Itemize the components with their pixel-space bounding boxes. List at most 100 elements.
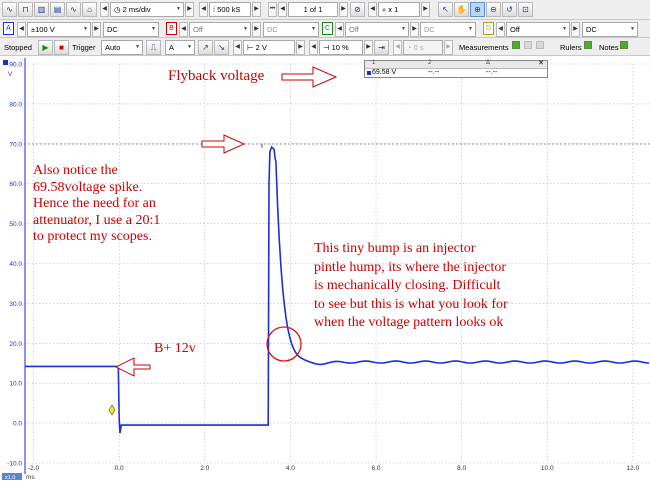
buffer-previous-button[interactable]: ◀ — [278, 2, 287, 17]
channel-b-range-select[interactable]: Off ▼ — [189, 22, 251, 37]
edit-measurement-icon[interactable] — [536, 41, 544, 49]
notes-toggle-icon[interactable] — [620, 41, 628, 49]
channel-a-range-select[interactable]: ±100 V ▼ — [27, 22, 91, 37]
buffer-next-button[interactable]: ▶ — [339, 2, 348, 17]
stop-button[interactable]: ■ — [54, 40, 69, 55]
zoom-increase-button[interactable]: ▶ — [421, 2, 430, 17]
channel-b-coupling-select[interactable]: DC ▼ — [263, 22, 319, 37]
measurement-value-2: --.-- — [428, 69, 440, 76]
measurement-header-delta: Δ — [486, 60, 491, 66]
run-button[interactable]: ▶ — [38, 40, 53, 55]
channel-a-indicator[interactable]: A — [3, 22, 14, 35]
zoom-decrease-button[interactable]: ◀ — [368, 2, 377, 17]
channel-d-range-select[interactable]: Off ▼ — [506, 22, 570, 37]
channel-c-range-select[interactable]: Off ▼ — [345, 22, 409, 37]
x-tick-label: 4.0 — [286, 465, 295, 472]
math-channel-icon[interactable]: ▤ — [50, 2, 65, 17]
samples-select[interactable]: ⁞ 500 kS — [209, 2, 251, 17]
trigger-level-input[interactable]: ⊢ 2 V — [243, 40, 295, 55]
clock-icon: ◷ — [114, 5, 123, 14]
spike-annotation-line: 69.58voltage spike. — [33, 179, 143, 195]
channel-d-range-decrease-button[interactable]: ◀ — [496, 22, 505, 37]
advanced-trigger-icon[interactable]: ⎍ — [146, 40, 161, 55]
buffer-navigator-icon[interactable]: ⊘ — [350, 2, 365, 17]
chevron-down-icon: ▼ — [151, 26, 156, 32]
trigger-level-decrease-button[interactable]: ◀ — [233, 40, 242, 55]
channel-b-range-increase-button[interactable]: ▶ — [252, 22, 261, 37]
pre-trigger-increase-button[interactable]: ▶ — [364, 40, 373, 55]
x-axis-zoom-text: x1.0 — [5, 475, 15, 481]
persistence-mode-icon[interactable]: ⊓ — [18, 2, 33, 17]
trigger-level-increase-button[interactable]: ▶ — [296, 40, 305, 55]
delay-decrease-button[interactable]: ◀ — [393, 40, 402, 55]
x-tick-label: 2.0 — [200, 465, 209, 472]
rising-edge-icon[interactable]: ↗ — [198, 40, 213, 55]
buffer-index[interactable]: 1 of 1 — [288, 2, 338, 17]
spike-annotation: Also notice the 69.58voltage spike. Henc… — [33, 163, 160, 246]
channel-b-range-decrease-button[interactable]: ◀ — [179, 22, 188, 37]
undo-zoom-icon[interactable]: ↺ — [502, 2, 517, 17]
channel-a-coupling-select[interactable]: DC ▼ — [103, 22, 159, 37]
y-tick-label: 20.0 — [9, 341, 22, 348]
x-tick-label: 12.0 — [627, 465, 640, 472]
y-tick-label: 90.0 — [9, 62, 22, 69]
falling-edge-icon[interactable]: ↘ — [214, 40, 229, 55]
measurement-header-2: 2 — [428, 60, 432, 66]
channel-b-indicator[interactable]: B — [166, 22, 177, 35]
zoom-out-tool-icon[interactable]: ⊖ — [486, 2, 501, 17]
pre-trigger-input[interactable]: ⊣ 10 % — [319, 40, 363, 55]
zoom-to-fit-icon[interactable]: ⊡ — [518, 2, 533, 17]
channel-d-indicator[interactable]: D — [483, 22, 494, 35]
zoom-select[interactable]: ⌕ x 1 — [378, 2, 420, 17]
hand-tool-icon[interactable]: ✋ — [454, 2, 469, 17]
y-axis-scroll-handle[interactable] — [3, 60, 8, 65]
channel-c-range-decrease-button[interactable]: ◀ — [335, 22, 344, 37]
chevron-down-icon: ▼ — [176, 6, 181, 12]
pointer-tool-icon[interactable]: ↖ — [438, 2, 453, 17]
trigger-source-select[interactable]: A ▼ — [165, 40, 195, 55]
buffer-first-button[interactable]: ⏮ — [268, 2, 277, 17]
samples-increase-button[interactable]: ▶ — [252, 2, 261, 17]
x-tick-label: 8.0 — [457, 465, 466, 472]
chevron-down-icon: ▼ — [243, 26, 248, 32]
pre-trigger-icon: ⊣ — [323, 43, 332, 52]
pre-trigger-decrease-button[interactable]: ◀ — [309, 40, 318, 55]
channel-a-range-increase-button[interactable]: ▶ — [92, 22, 101, 37]
rulers-toggle-icon[interactable] — [584, 41, 592, 49]
measurement-header-1: 1 — [372, 60, 376, 66]
delay-input[interactable]: ◔ 0 s — [403, 40, 443, 55]
add-measurement-icon[interactable] — [512, 41, 520, 49]
trigger-mode-select[interactable]: Auto ▼ — [101, 40, 143, 55]
chevron-down-icon: ▼ — [83, 26, 88, 32]
delete-measurement-icon[interactable] — [524, 41, 532, 49]
timebase-select[interactable]: ◷ 2 ms/div ▼ — [110, 2, 184, 17]
channel-c-range-increase-button[interactable]: ▶ — [410, 22, 419, 37]
channel-d-range-increase-button[interactable]: ▶ — [571, 22, 580, 37]
chevron-down-icon: ▼ — [135, 44, 140, 50]
zoom-in-tool-icon[interactable]: ⊕ — [470, 2, 485, 17]
measurement-table[interactable]: 1 2 Δ ✕ 69.58 V --.-- --.-- — [364, 60, 548, 78]
timebase-decrease-button[interactable]: ◀ — [100, 2, 109, 17]
samples-decrease-button[interactable]: ◀ — [199, 2, 208, 17]
chevron-down-icon: ▼ — [311, 26, 316, 32]
spectrum-mode-icon[interactable]: ▥ — [34, 2, 49, 17]
post-trigger-icon[interactable]: ⇥ — [374, 40, 389, 55]
y-tick-label: 50.0 — [9, 221, 22, 228]
measurement-value-delta: --.-- — [486, 69, 498, 76]
channel-a-range-decrease-button[interactable]: ◀ — [17, 22, 26, 37]
timebase-increase-button[interactable]: ▶ — [185, 2, 194, 17]
pintle-annotation-line: is mechanically closing. Difficult — [314, 278, 501, 293]
y-tick-label: -10.0 — [7, 461, 22, 468]
delay-increase-button[interactable]: ▶ — [444, 40, 453, 55]
measurement-table-header: 1 2 Δ ✕ — [365, 59, 547, 69]
spike-annotation-line: to protect my scopes. — [33, 229, 152, 244]
y-axis-unit: V — [8, 71, 13, 78]
channel-c-coupling-select[interactable]: DC ▼ — [420, 22, 476, 37]
rulers-label: Rulers — [560, 43, 582, 52]
channel-c-indicator[interactable]: C — [322, 22, 333, 35]
channel-d-coupling-select[interactable]: DC ▼ — [582, 22, 638, 37]
home-icon[interactable]: ⌂ — [82, 2, 97, 17]
close-icon[interactable]: ✕ — [538, 59, 544, 67]
scope-mode-icon[interactable]: ∿ — [2, 2, 17, 17]
signal-generator-icon[interactable]: ∿ — [66, 2, 81, 17]
